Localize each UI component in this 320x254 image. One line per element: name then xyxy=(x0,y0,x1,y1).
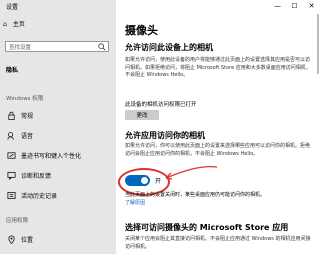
current-section: 隐私 xyxy=(6,67,19,74)
sidebar: 设置 ⌂ 主页 查找设置 隐私 Windows 权限 常规 语音 墨迹书写和键入… xyxy=(0,0,116,254)
search-icon xyxy=(98,43,106,51)
window-title: 设置 xyxy=(6,4,19,11)
minimize-button[interactable]: — xyxy=(269,0,286,11)
search-placeholder: 查找设置 xyxy=(9,45,32,51)
sidebar-item-label: 位置 xyxy=(21,236,34,244)
window-controls: — ☐ ✕ xyxy=(269,0,320,11)
sidebar-item-location[interactable]: 位置 xyxy=(6,232,33,246)
sidebar-item-label: 活动历史记录 xyxy=(21,192,58,200)
feedback-icon xyxy=(6,170,16,180)
group-label-apps: 应用权限 xyxy=(6,218,29,224)
speech-icon xyxy=(6,130,16,140)
maximize-button[interactable]: ☐ xyxy=(286,0,303,11)
lock-icon xyxy=(6,110,16,120)
desktop-apps-note: 当此页面上的设置关闭时，某些桌面应用仍可能访问你的相机。 xyxy=(125,192,266,198)
change-button[interactable]: 更改 xyxy=(125,110,159,120)
annotation-arrow-icon xyxy=(165,165,218,180)
home-icon: ⌂ xyxy=(3,21,7,28)
main-content: — ☐ ✕ 摄像头 允许访问此设备上的相机 如果允许访问，使用此设备的用户将能够… xyxy=(116,0,320,254)
sidebar-item-inking[interactable]: 墨迹书写和键入个性化 xyxy=(6,148,81,162)
sidebar-item-diagnostics[interactable]: 诊断和反馈 xyxy=(6,168,51,182)
scrollbar[interactable] xyxy=(317,14,319,74)
sidebar-item-label: 诊断和反馈 xyxy=(21,172,52,180)
device-access-status: 此设备的相机访问权限已打开 xyxy=(125,102,197,108)
location-icon xyxy=(6,234,16,244)
sidebar-item-activity[interactable]: 活动历史记录 xyxy=(6,188,57,202)
search-input[interactable]: 查找设置 xyxy=(5,41,109,52)
section-heading-store-apps: 选择可访问摄像头的 Microsoft Store 应用 xyxy=(125,223,289,232)
history-icon xyxy=(6,190,16,200)
sidebar-item-general[interactable]: 常规 xyxy=(6,108,33,122)
group-label-windows: Windows 权限 xyxy=(6,96,44,102)
sidebar-item-speech[interactable]: 语音 xyxy=(6,128,33,142)
sidebar-item-label: 常规 xyxy=(21,112,34,120)
learn-why-link[interactable]: 了解原因 xyxy=(125,199,145,206)
close-button[interactable]: ✕ xyxy=(303,0,320,11)
section-desc-app-access: 如果允许访问，你可以使用此页面上的设置来选择哪些应用可以访问你的相机。拒绝访问会… xyxy=(125,143,311,157)
section-desc-device-access: 如果允许访问，使用此设备的用户将能够通过此页面上的设置选择其应用是否可以访问相机… xyxy=(125,57,311,78)
pen-icon xyxy=(6,150,16,160)
section-desc-store-apps: 关闭某个应用会阻止其直接访问相机。不会阻止应用通过 Windows 的相机应用间… xyxy=(125,236,311,250)
section-heading-app-access: 允许应用访问你的相机 xyxy=(125,131,205,140)
home-label: 主页 xyxy=(12,21,25,28)
sidebar-item-label: 墨迹书写和键入个性化 xyxy=(21,152,82,160)
page-title: 摄像头 xyxy=(125,24,158,37)
section-heading-device-access: 允许访问此设备上的相机 xyxy=(125,43,213,52)
home-nav[interactable]: ⌂ 主页 xyxy=(3,19,25,28)
sidebar-item-label: 语音 xyxy=(21,132,34,140)
